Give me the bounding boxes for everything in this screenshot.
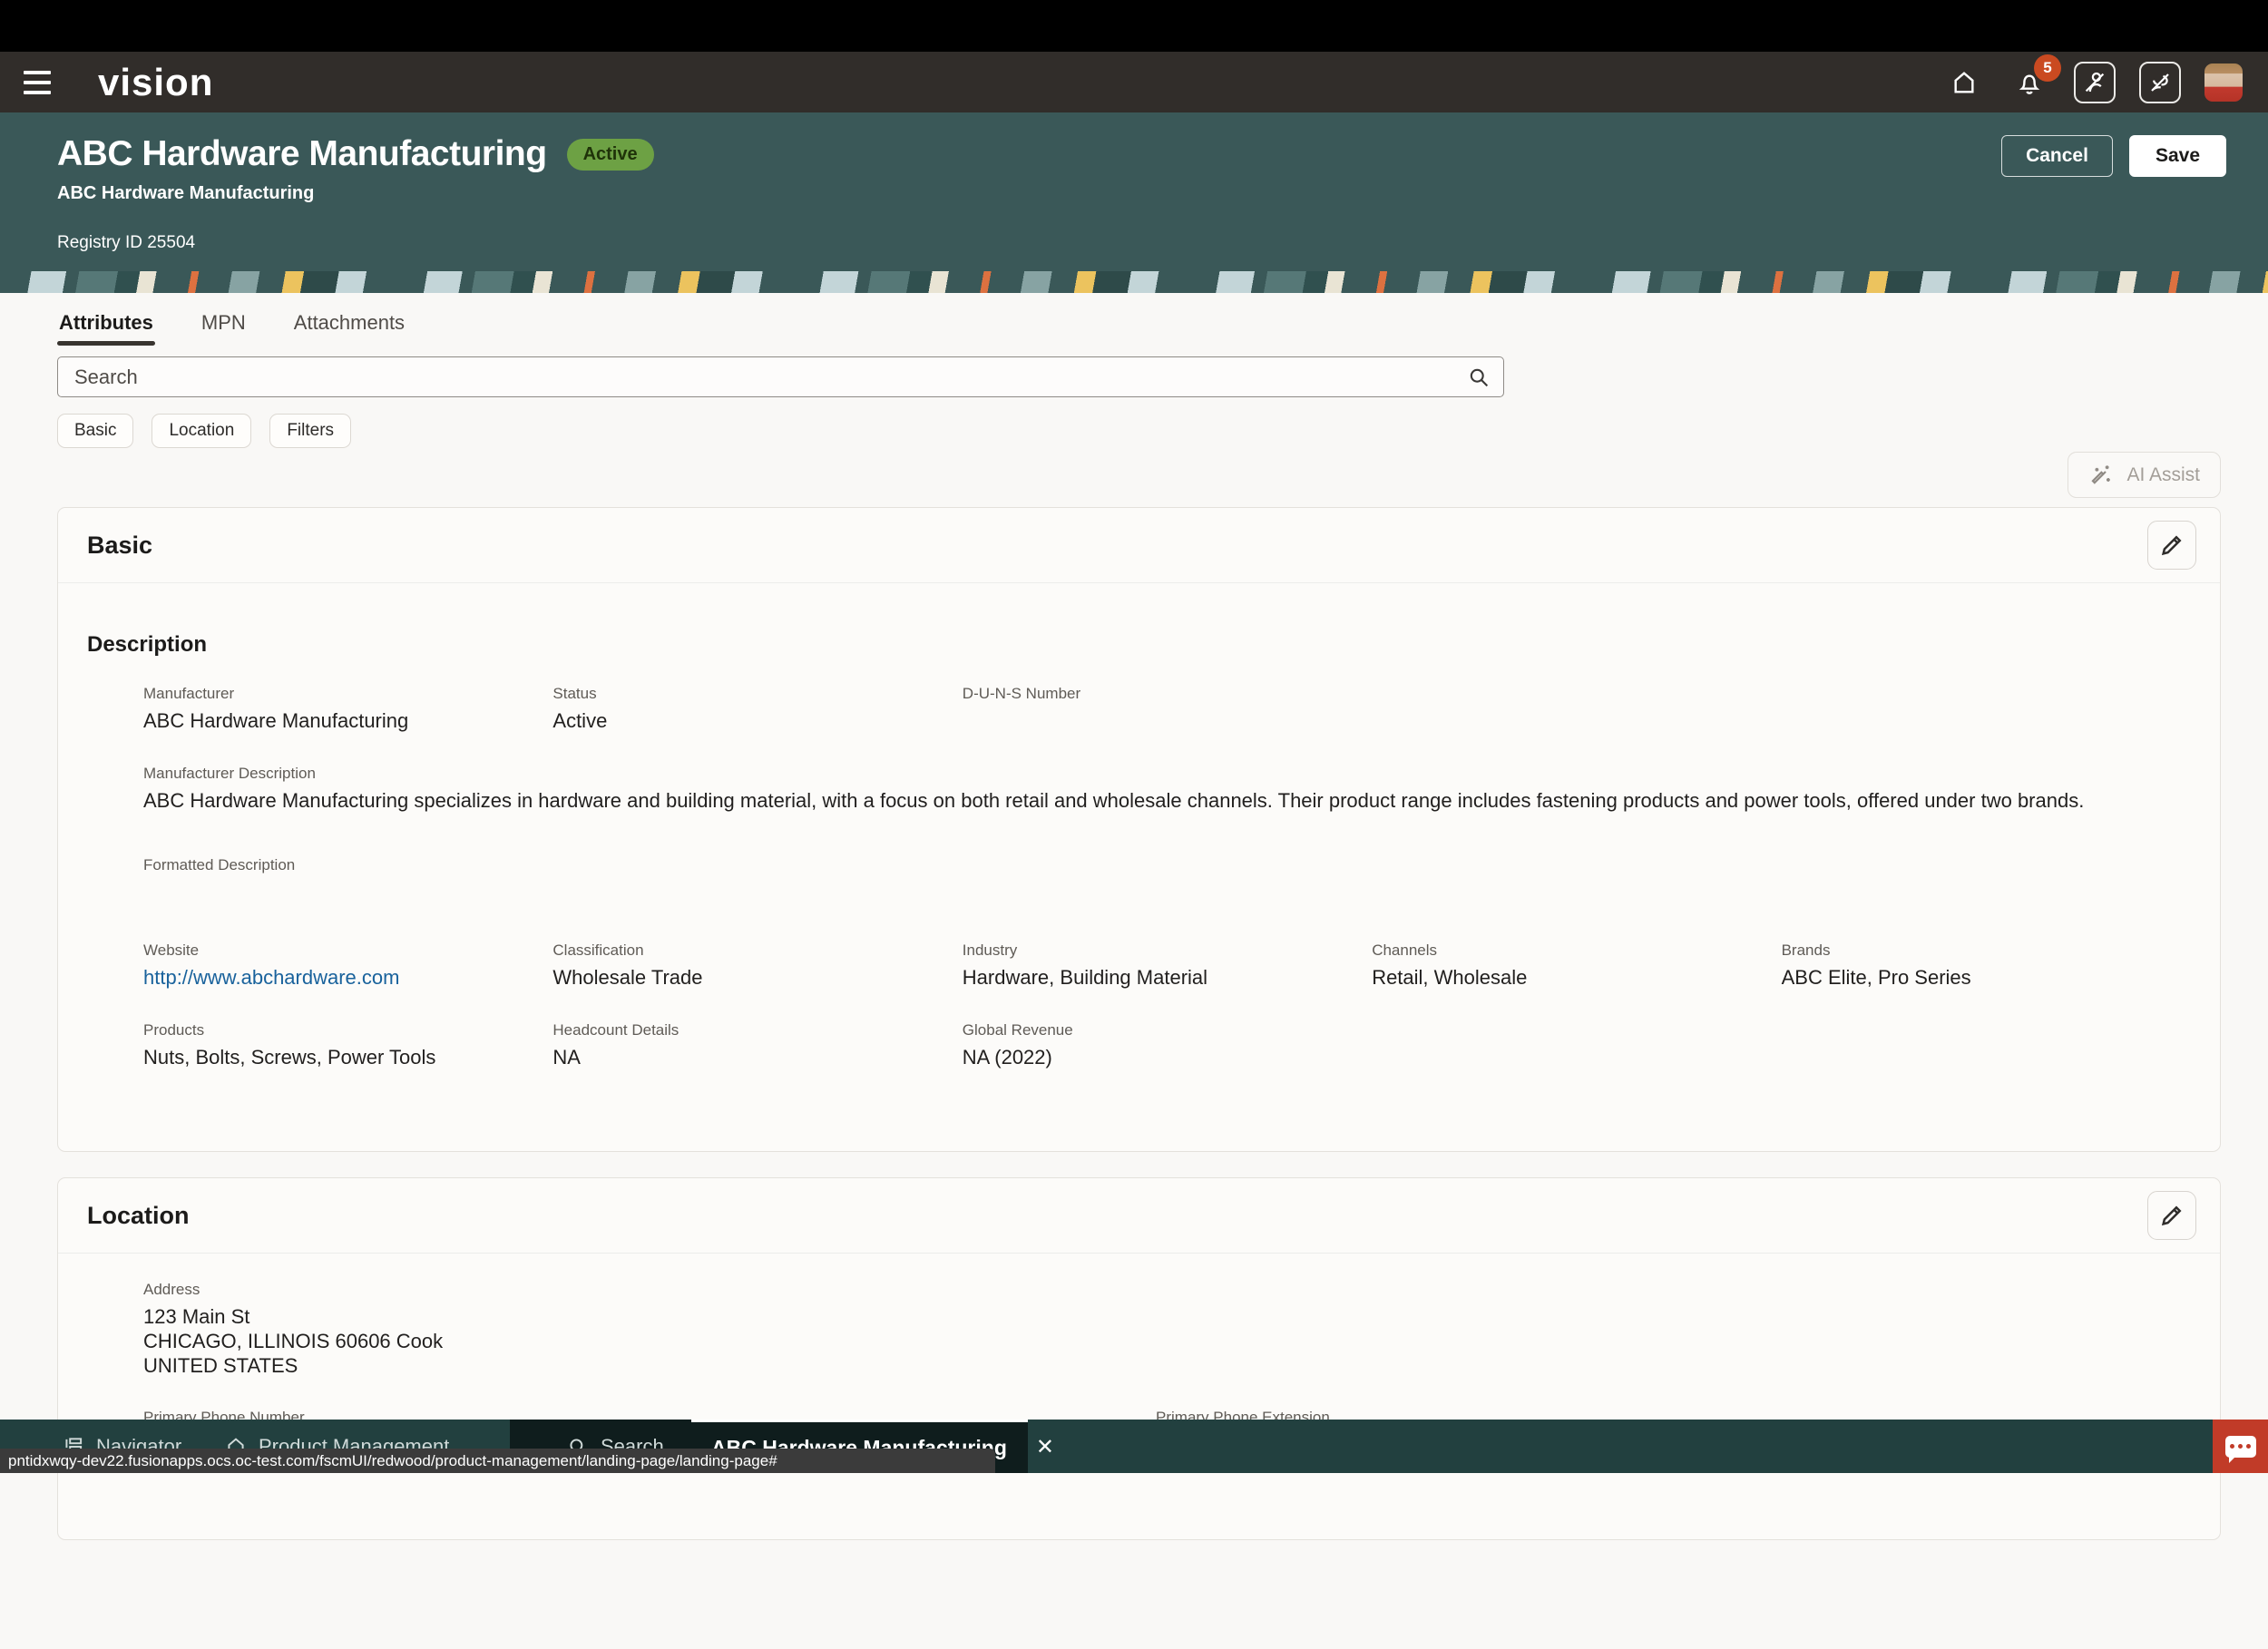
basic-card: Basic Description Manufacturer ABC Hardw…	[57, 507, 2221, 1152]
magic-wand-icon	[2088, 462, 2116, 489]
voice-off-icon	[2146, 69, 2174, 96]
ai-assist-button[interactable]: AI Assist	[2068, 452, 2221, 498]
chip-location[interactable]: Location	[152, 414, 251, 448]
home-icon	[1950, 68, 1979, 97]
attribute-search	[57, 356, 1504, 397]
tab-attachments[interactable]: Attachments	[292, 304, 406, 346]
field-products: Products Nuts, Bolts, Screws, Power Tool…	[143, 1021, 552, 1070]
field-formatted-description: Formatted Description	[143, 856, 2191, 874]
chat-bubble-icon	[2225, 1436, 2256, 1458]
page-subtitle: ABC Hardware Manufacturing	[57, 183, 2268, 204]
website-link[interactable]: http://www.abchardware.com	[143, 966, 399, 989]
appbar-actions: 5	[1943, 62, 2243, 103]
notification-badge: 5	[2034, 54, 2061, 82]
cancel-button[interactable]: Cancel	[2001, 135, 2113, 177]
edit-location-button[interactable]	[2147, 1191, 2196, 1240]
tab-mpn[interactable]: MPN	[200, 304, 248, 346]
address-line-1: 123 Main St	[143, 1304, 2191, 1329]
person-slash-icon	[2081, 69, 2108, 96]
basic-card-title: Basic	[87, 532, 152, 560]
chip-basic[interactable]: Basic	[57, 414, 133, 448]
field-website: Website http://www.abchardware.com	[143, 942, 552, 990]
location-card-title: Location	[87, 1202, 190, 1230]
registry-id: Registry ID 25504	[57, 233, 2268, 253]
field-address: Address 123 Main St CHICAGO, ILLINOIS 60…	[143, 1281, 2191, 1378]
chat-launcher-button[interactable]	[2213, 1420, 2268, 1473]
edit-basic-button[interactable]	[2147, 521, 2196, 570]
field-industry: Industry Hardware, Building Material	[963, 942, 1372, 990]
search-icon[interactable]	[1466, 365, 1491, 390]
field-duns-number: D-U-N-S Number	[963, 685, 1372, 734]
decorative-pattern-strip	[0, 271, 2268, 293]
hamburger-icon[interactable]	[24, 63, 64, 102]
field-status: Status Active	[552, 685, 962, 734]
home-button[interactable]	[1943, 62, 1985, 103]
app-logo: vision	[98, 63, 213, 102]
field-manufacturer: Manufacturer ABC Hardware Manufacturing	[143, 685, 552, 734]
tab-attributes[interactable]: Attributes	[57, 304, 155, 346]
address-line-3: UNITED STATES	[143, 1353, 2191, 1378]
app-bar: vision 5	[0, 52, 2268, 112]
field-brands: Brands ABC Elite, Pro Series	[1782, 942, 2191, 990]
field-classification: Classification Wholesale Trade	[552, 942, 962, 990]
field-global-revenue: Global Revenue NA (2022)	[963, 1021, 1372, 1070]
edit-pencil-icon	[2158, 1202, 2185, 1229]
address-line-2: CHICAGO, ILLINOIS 60606 Cook	[143, 1329, 2191, 1353]
ai-assist-label: AI Assist	[2126, 464, 2200, 486]
status-url-tooltip: pntidxwqy-dev22.fusionapps.ocs.oc-test.c…	[0, 1449, 995, 1473]
status-badge: Active	[567, 139, 654, 171]
section-chips: Basic Location Filters	[57, 414, 2268, 448]
screen: vision 5	[0, 0, 2268, 1473]
record-header: ABC Hardware Manufacturing Active ABC Ha…	[0, 112, 2268, 271]
voice-assistant-toggle-button[interactable]	[2139, 62, 2181, 103]
description-section-title: Description	[87, 632, 2191, 658]
notifications-button[interactable]: 5	[2009, 62, 2050, 103]
field-channels: Channels Retail, Wholesale	[1372, 942, 1781, 990]
location-card: Location Address 123 Main St CHICAGO, IL…	[57, 1177, 2221, 1540]
user-avatar[interactable]	[2204, 63, 2243, 102]
chip-filters[interactable]: Filters	[269, 414, 351, 448]
page-title: ABC Hardware Manufacturing	[57, 134, 547, 174]
save-button[interactable]: Save	[2129, 135, 2226, 177]
impersonation-toggle-button[interactable]	[2074, 62, 2116, 103]
close-icon[interactable]: ✕	[1032, 1437, 1058, 1459]
field-manufacturer-description: Manufacturer Description ABC Hardware Ma…	[143, 765, 2191, 814]
search-input[interactable]	[57, 356, 1504, 397]
top-black-strip	[0, 0, 2268, 52]
edit-pencil-icon	[2158, 532, 2185, 559]
tab-bar: Attributes MPN Attachments	[57, 293, 2268, 346]
field-headcount: Headcount Details NA	[552, 1021, 962, 1070]
